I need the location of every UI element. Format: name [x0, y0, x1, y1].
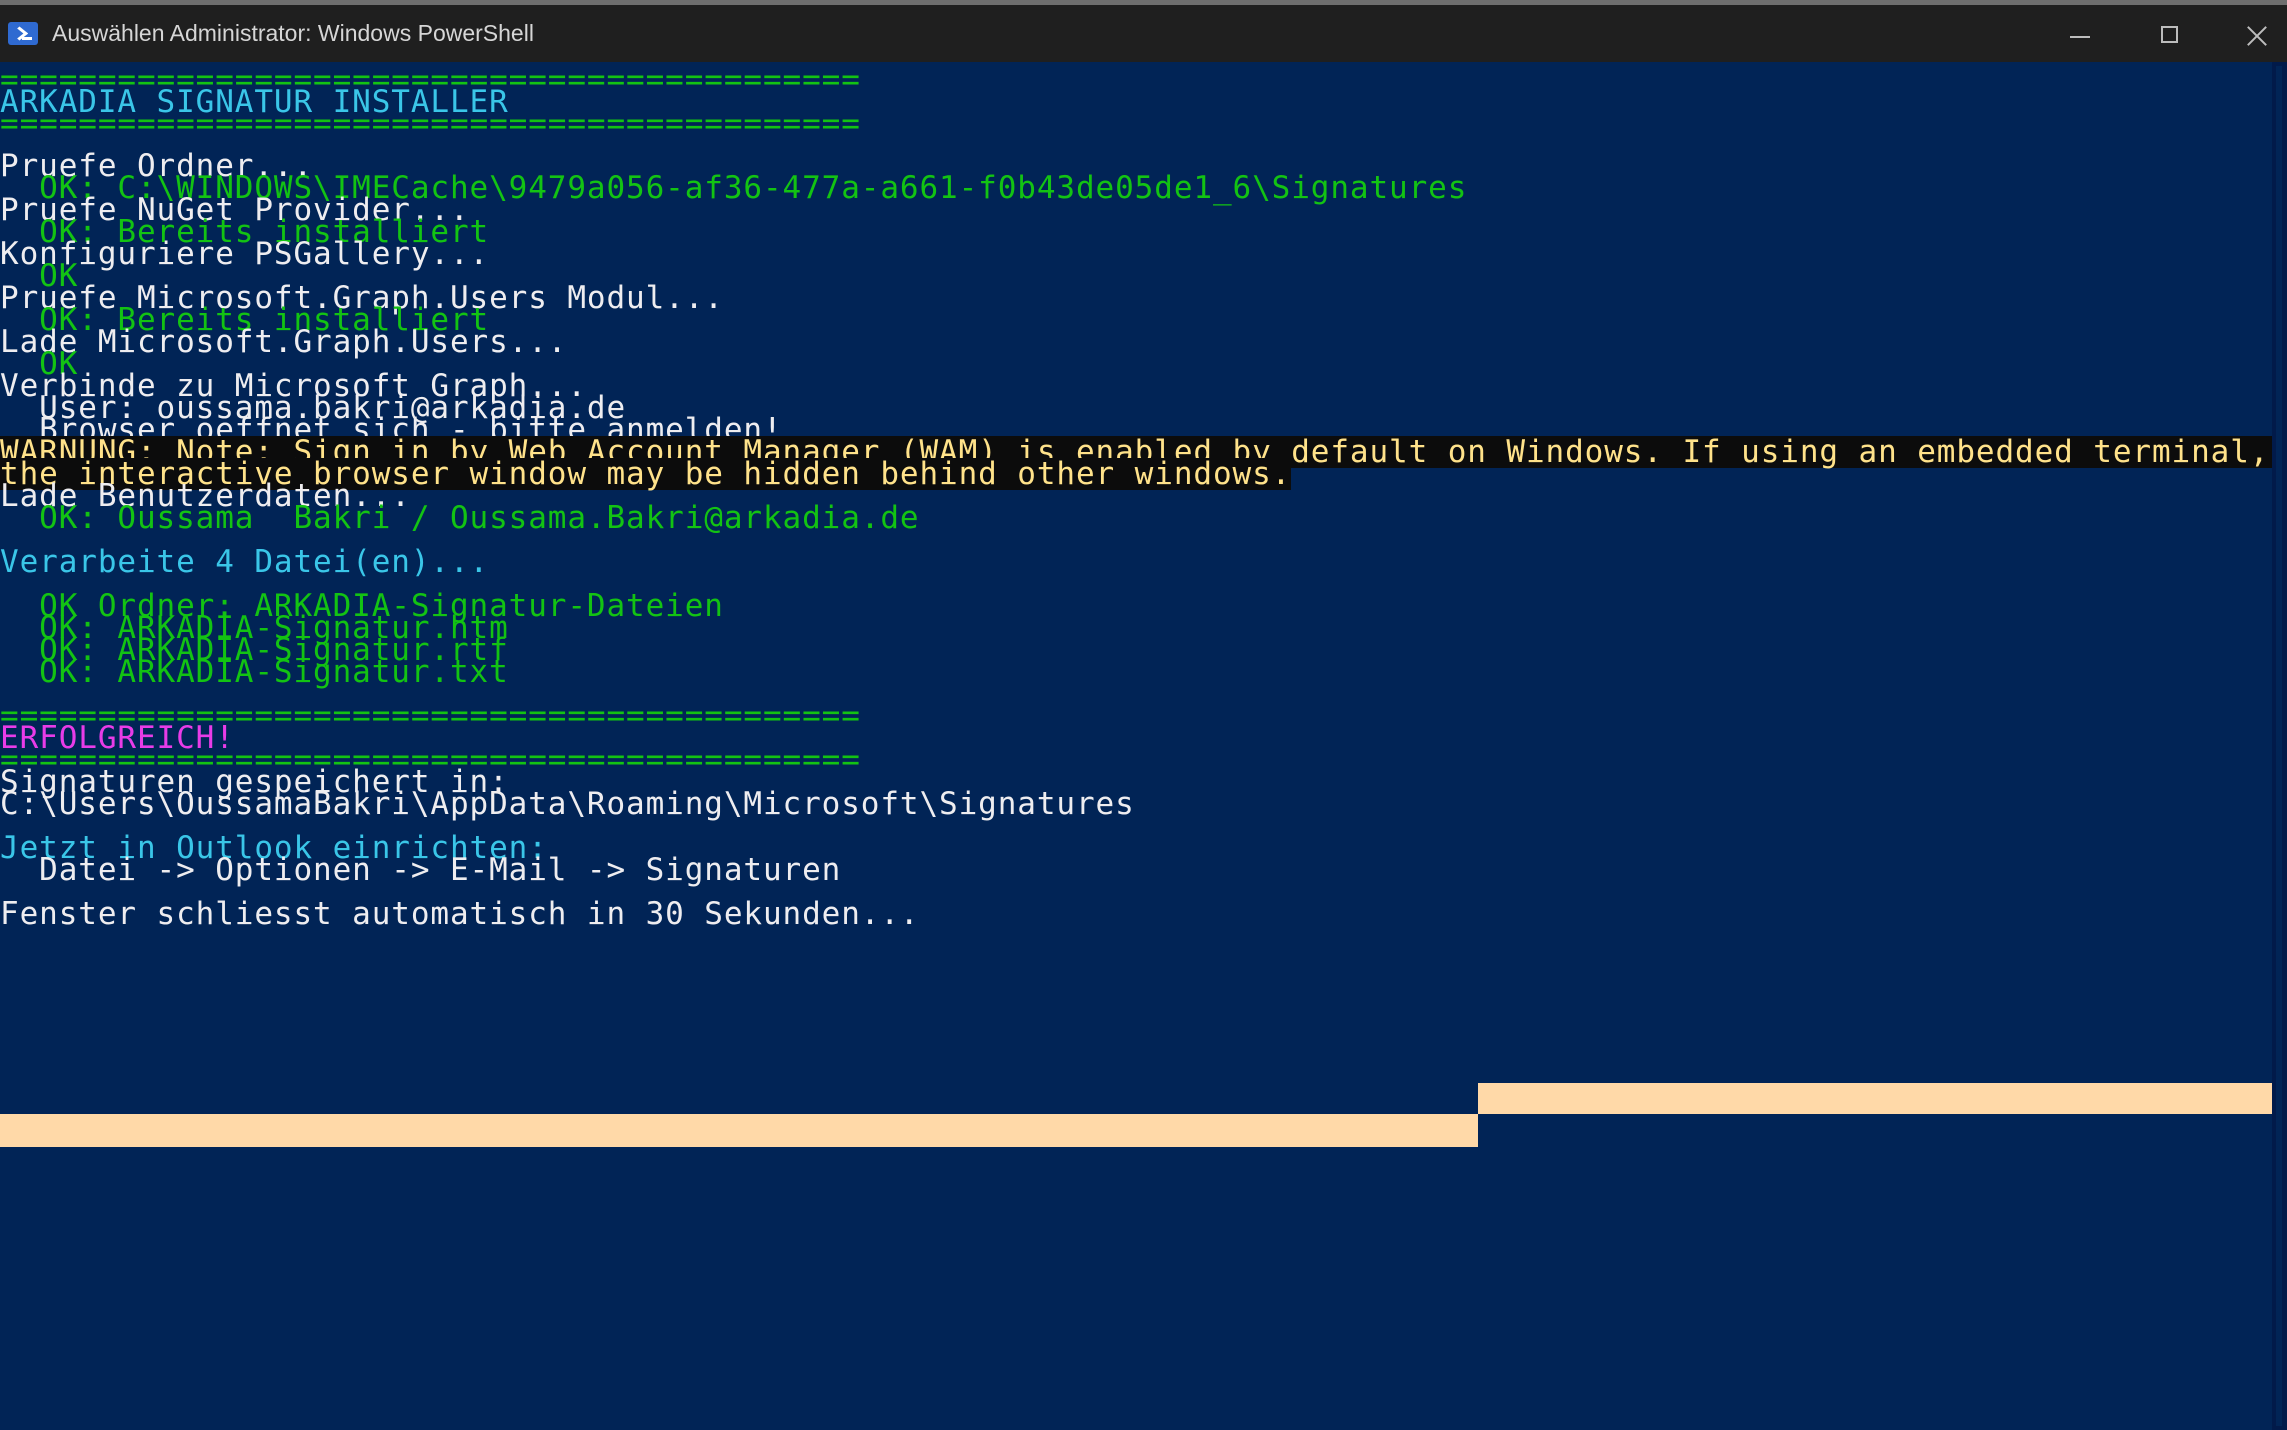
text-selection-highlight — [1478, 1083, 2275, 1114]
console-line: Fenster schliesst automatisch in 30 Seku… — [0, 896, 920, 932]
console-line: OK: ARKADIA-Signatur.txt — [0, 654, 509, 690]
text-selection-highlight — [0, 1114, 1478, 1147]
console-line: Datei -> Optionen -> E-Mail -> Signature… — [0, 852, 842, 888]
powershell-icon[interactable] — [8, 22, 38, 45]
console-line: Verarbeite 4 Datei(en)... — [0, 544, 490, 580]
title-bar[interactable]: Auswählen Administrator: Windows PowerSh… — [0, 0, 2287, 62]
separator-line: ========================================… — [0, 106, 861, 142]
vertical-scrollbar[interactable] — [2272, 62, 2287, 1430]
minimize-button[interactable] — [2045, 15, 2115, 57]
scrollbar-thumb[interactable] — [2276, 66, 2282, 1426]
maximize-button[interactable] — [2135, 15, 2205, 57]
console-output[interactable]: ========================================… — [0, 62, 2287, 1430]
window-title: Auswählen Administrator: Windows PowerSh… — [52, 20, 534, 46]
console-line: Lade Microsoft.Graph.Users... — [0, 324, 568, 360]
console-line: OK: Oussama Bakri / Oussama.Bakri@arkadi… — [0, 500, 920, 536]
signature-path: C:\Users\OussamaBakri\AppData\Roaming\Mi… — [0, 786, 1135, 822]
powershell-window: Auswählen Administrator: Windows PowerSh… — [0, 0, 2287, 1430]
close-button[interactable] — [2225, 15, 2287, 57]
